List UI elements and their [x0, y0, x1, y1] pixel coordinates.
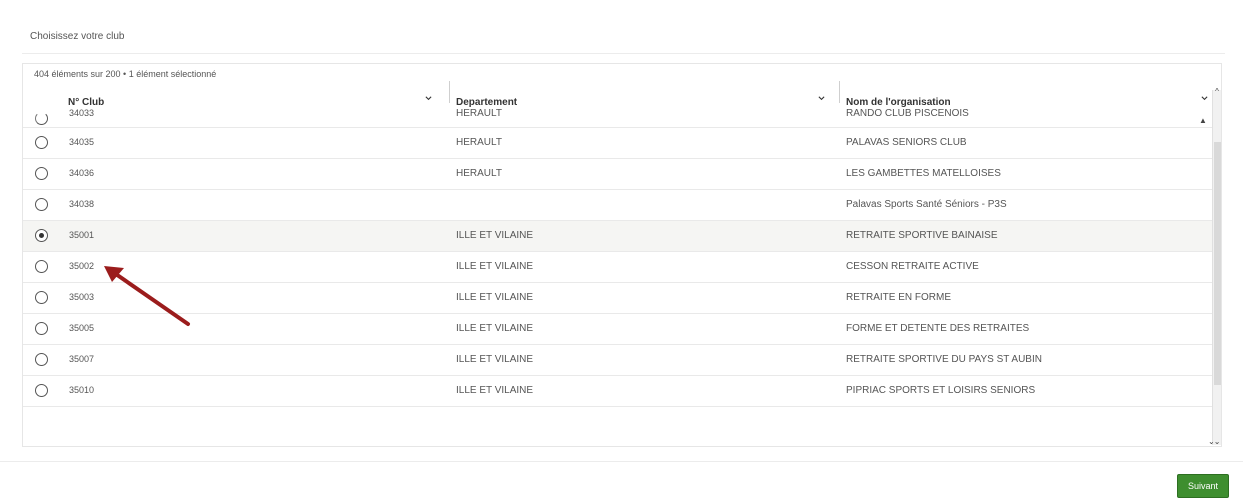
organisation-name: FORME ET DETENTE DES RETRAITES	[846, 323, 1030, 334]
club-number: 35001	[69, 230, 95, 240]
row-radio[interactable]	[35, 291, 48, 304]
row-radio[interactable]	[35, 229, 48, 242]
departement: HERAULT	[456, 168, 502, 179]
organisation-name: Palavas Sports Santé Séniors - P3S	[846, 199, 1007, 210]
table-row[interactable]: 34038 Palavas Sports Santé Séniors - P3S	[23, 190, 1213, 221]
organisation-name: RANDO CLUB PISCENOIS	[846, 108, 969, 119]
table-row-selected[interactable]: 35001 ILLE ET VILAINE RETRAITE SPORTIVE …	[23, 221, 1213, 252]
club-number: 34038	[69, 199, 95, 209]
club-number: 34033	[69, 108, 95, 118]
departement: HERAULT	[456, 137, 502, 148]
chevron-up-icon[interactable]: ^	[1213, 86, 1221, 98]
next-button[interactable]: Suivant	[1177, 474, 1229, 498]
table-row[interactable]: 35002 ILLE ET VILAINE CESSON RETRAITE AC…	[23, 252, 1213, 283]
organisation-name: PIPRIAC SPORTS ET LOISIRS SENIORS	[846, 385, 1036, 396]
club-grid: 404 éléments sur 200 • 1 élément sélecti…	[22, 63, 1222, 447]
club-number: 34035	[69, 137, 95, 147]
table-row[interactable]: 35007 ILLE ET VILAINE RETRAITE SPORTIVE …	[23, 345, 1213, 376]
organisation-name: PALAVAS SENIORS CLUB	[846, 137, 967, 148]
club-number: 35003	[69, 292, 95, 302]
scrollbar-thumb[interactable]	[1214, 142, 1221, 385]
organisation-name: CESSON RETRAITE ACTIVE	[846, 261, 979, 272]
panel-divider	[22, 53, 1225, 54]
row-radio[interactable]	[35, 167, 48, 180]
club-number: 35002	[69, 261, 95, 271]
chevron-down-icon[interactable]	[818, 95, 825, 102]
departement: ILLE ET VILAINE	[456, 385, 534, 396]
chevron-down-icon[interactable]: ⌄⌄	[1208, 437, 1221, 446]
grid-selection-info: 404 éléments sur 200 • 1 élément sélecti…	[34, 69, 217, 79]
row-radio[interactable]	[35, 198, 48, 211]
table-row[interactable]: 35003 ILLE ET VILAINE RETRAITE EN FORME	[23, 283, 1213, 314]
footer-divider	[0, 461, 1243, 462]
vertical-scrollbar[interactable]	[1212, 90, 1221, 445]
departement: ILLE ET VILAINE	[456, 323, 534, 334]
chevron-down-icon[interactable]	[425, 95, 432, 102]
row-radio[interactable]	[35, 353, 48, 366]
club-number: 35005	[69, 323, 95, 333]
row-radio[interactable]	[35, 260, 48, 273]
table-row[interactable]: 34035 HERAULT PALAVAS SENIORS CLUB	[23, 128, 1213, 159]
departement: ILLE ET VILAINE	[456, 230, 534, 241]
club-number: 34036	[69, 168, 95, 178]
table-row[interactable]: 35005 ILLE ET VILAINE FORME ET DETENTE D…	[23, 314, 1213, 345]
row-radio[interactable]	[35, 322, 48, 335]
club-number: 35007	[69, 354, 95, 364]
club-number: 35010	[69, 385, 95, 395]
annotation-arrow	[104, 266, 190, 326]
table-row[interactable]: 34033 HERAULT RANDO CLUB PISCENOIS	[23, 106, 1213, 128]
grid-rows: 34033 HERAULT RANDO CLUB PISCENOIS 34035…	[23, 106, 1213, 446]
departement: ILLE ET VILAINE	[456, 261, 534, 272]
chevron-up-icon[interactable]: ▲	[1199, 116, 1207, 125]
organisation-name: RETRAITE SPORTIVE BAINAISE	[846, 230, 998, 241]
table-row[interactable]: 35010 ILLE ET VILAINE PIPRIAC SPORTS ET …	[23, 376, 1213, 407]
organisation-name: LES GAMBETTES MATELLOISES	[846, 168, 1001, 179]
row-radio[interactable]	[35, 136, 48, 149]
departement: HERAULT	[456, 108, 502, 119]
organisation-name: RETRAITE SPORTIVE DU PAYS ST AUBIN	[846, 354, 1042, 365]
table-row[interactable]: 34036 HERAULT LES GAMBETTES MATELLOISES	[23, 159, 1213, 190]
row-radio[interactable]	[35, 384, 48, 397]
departement: ILLE ET VILAINE	[456, 354, 534, 365]
panel-title: Choisissez votre club	[30, 31, 125, 42]
chevron-down-icon[interactable]	[1201, 95, 1208, 102]
row-radio[interactable]	[35, 112, 48, 125]
departement: ILLE ET VILAINE	[456, 292, 534, 303]
organisation-name: RETRAITE EN FORME	[846, 292, 952, 303]
